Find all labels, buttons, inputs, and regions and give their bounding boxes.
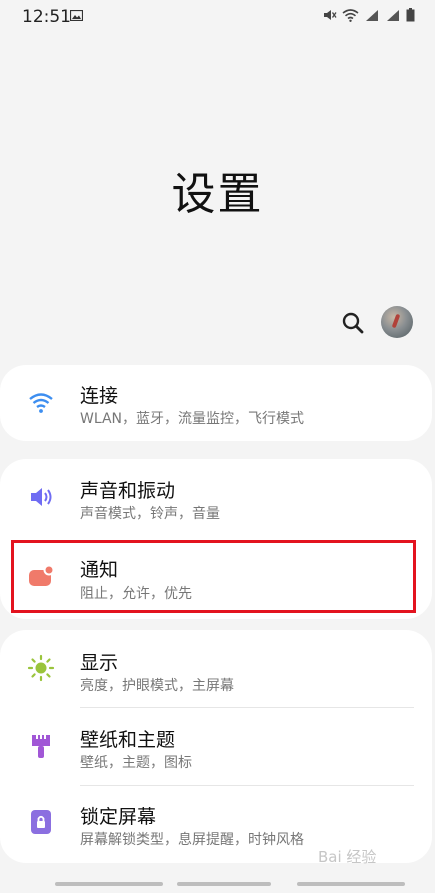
battery-icon (406, 8, 415, 22)
settings-item-display[interactable]: 显示 亮度，护眼模式，主屏幕 (0, 630, 432, 707)
watermark: Bai 经验 (318, 848, 377, 866)
connections-card: 连接 WLAN，蓝牙，流量监控，飞行模式 (0, 365, 432, 441)
settings-item-subtitle: WLAN，蓝牙，流量监控，飞行模式 (80, 411, 305, 427)
status-time: 12:51 (22, 7, 71, 27)
settings-item-subtitle: 亮度，护眼模式，主屏幕 (80, 678, 234, 694)
settings-item-title: 连接 (80, 385, 119, 407)
settings-item-title: 声音和振动 (80, 480, 176, 502)
page-title: 设置 (171, 169, 264, 220)
settings-item-subtitle: 声音模式，铃声，音量 (80, 506, 220, 522)
settings-item-title: 锁定屏幕 (80, 806, 157, 828)
wifi-icon (342, 8, 359, 22)
settings-item-subtitle: 壁纸，主题，图标 (80, 755, 192, 771)
wifi-icon (29, 393, 53, 413)
brush-icon (32, 735, 50, 758)
signal-icon (387, 9, 399, 21)
search-icon[interactable] (339, 309, 367, 337)
highlight-box (11, 540, 416, 613)
settings-item-connections[interactable]: 连接 WLAN，蓝牙，流量监控，飞行模式 (0, 365, 432, 441)
lock-icon (31, 810, 51, 834)
nav-recent-button[interactable] (55, 882, 163, 886)
settings-item-title: 显示 (80, 652, 119, 674)
nav-back-button[interactable] (297, 882, 405, 886)
display-card: 显示 亮度，护眼模式，主屏幕 壁纸和主题 壁纸，主题，图标 锁定屏幕 屏幕解锁类… (0, 630, 432, 863)
signal-icon (366, 9, 378, 21)
settings-item-title: 壁纸和主题 (80, 729, 176, 751)
image-icon (70, 10, 83, 21)
sun-icon (27, 654, 55, 682)
nav-home-button[interactable] (177, 882, 271, 886)
status-bar: 12:51 (0, 0, 435, 32)
mute-icon (324, 10, 337, 20)
speaker-icon (31, 488, 52, 506)
avatar[interactable] (381, 306, 413, 338)
settings-item-wallpaper[interactable]: 壁纸和主题 壁纸，主题，图标 (0, 708, 432, 785)
status-icons (323, 8, 415, 22)
settings-item-sound[interactable]: 声音和振动 声音模式，铃声，音量 (0, 459, 432, 537)
settings-item-subtitle: 屏幕解锁类型，息屏提醒，时钟风格 (80, 832, 304, 848)
